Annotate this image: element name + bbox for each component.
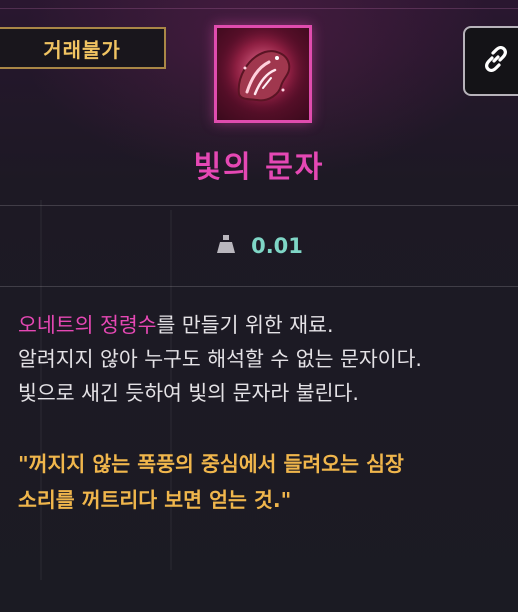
description-line: 오네트의 정령수를 만들기 위한 재료.: [18, 308, 508, 342]
divider: [0, 205, 518, 206]
flavor-quote: "꺼지지 않는 폭풍의 중심에서 들려오는 심장 소리를 꺼트리다 보면 얻는 …: [18, 446, 508, 518]
link-icon: [481, 44, 511, 78]
link-button[interactable]: [463, 26, 518, 96]
top-border: [0, 8, 518, 9]
divider: [0, 286, 518, 287]
weight-icon: [215, 233, 237, 259]
item-tooltip: 거래불가 빛의 문자 0.01 오네트의 정령수를 만들기 위한 재료. 알려지…: [0, 0, 518, 612]
quote-line: 소리를 꺼트리다 보면 얻는 것.": [18, 488, 292, 512]
trade-status-badge: 거래불가: [0, 27, 166, 69]
weight-row: 0.01: [0, 226, 518, 266]
description-line: 빛으로 새긴 듯하여 빛의 문자라 불린다.: [18, 381, 359, 405]
quote-line: "꺼지지 않는 폭풍의 중심에서 들려오는 심장: [18, 452, 404, 476]
weight-value: 0.01: [251, 234, 303, 258]
description-line: 알려지지 않아 누구도 해석할 수 없는 문자이다.: [18, 347, 422, 371]
description-text: 를 만들기 위한 재료.: [156, 313, 334, 337]
item-name: 빛의 문자: [193, 150, 325, 185]
description-highlight: 오네트의 정령수: [18, 313, 157, 337]
item-description: 오네트의 정령수를 만들기 위한 재료. 알려지지 않아 누구도 해석할 수 없…: [18, 308, 508, 410]
glowing-letter-scroll-icon: [214, 25, 312, 123]
